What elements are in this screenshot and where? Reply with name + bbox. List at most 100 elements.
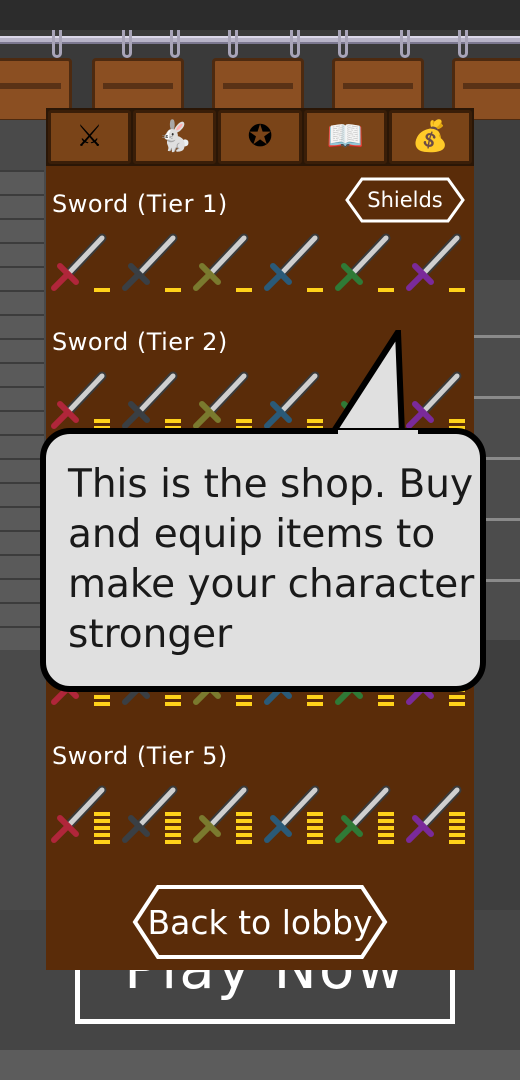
back-to-lobby-button[interactable]: Back to lobby	[132, 884, 388, 960]
hook-icon	[290, 30, 300, 58]
level-bar	[94, 826, 110, 830]
spellbook-icon: 📖	[326, 119, 364, 154]
sword-item[interactable]	[117, 230, 188, 296]
level-bar	[165, 840, 181, 844]
level-bar	[449, 833, 465, 837]
level-bar	[165, 833, 181, 837]
sword-item[interactable]	[46, 230, 117, 296]
level-bar	[94, 288, 110, 292]
shop-tab[interactable]: 💰	[388, 110, 473, 164]
castle-tower	[0, 170, 44, 650]
level-bar	[94, 833, 110, 837]
level-bar	[449, 288, 465, 292]
bottom-bar	[0, 1050, 520, 1080]
tier-level-bars	[236, 812, 252, 844]
sword-item[interactable]	[188, 782, 259, 848]
sword-icon	[122, 233, 178, 291]
level-bar	[94, 419, 110, 423]
tier-level-bars	[449, 288, 465, 292]
sword-icon	[264, 233, 320, 291]
tier-level-bars	[165, 812, 181, 844]
shields-button[interactable]: Shields	[344, 176, 466, 224]
money-coin-icon: 💰	[411, 119, 450, 154]
hook-icon	[122, 30, 132, 58]
sword-item[interactable]	[46, 368, 117, 434]
level-bar	[236, 288, 252, 292]
shop-category-tabs: ⚔ 🐇 ✪ 📖 💰	[46, 108, 474, 166]
level-bar	[307, 812, 323, 816]
sword-item[interactable]	[259, 368, 330, 434]
shop-tab[interactable]: 🐇	[133, 110, 217, 164]
level-bar	[449, 840, 465, 844]
level-bar	[449, 819, 465, 823]
level-bar	[94, 812, 110, 816]
sword-icon	[335, 233, 391, 291]
level-bar	[165, 812, 181, 816]
hanging-rail	[0, 36, 520, 44]
hook-icon	[52, 30, 62, 58]
level-bar	[307, 833, 323, 837]
level-bar	[307, 840, 323, 844]
level-bar	[94, 695, 110, 699]
sword-item[interactable]	[117, 368, 188, 434]
hook-icon	[400, 30, 410, 58]
sword-item[interactable]	[401, 782, 472, 848]
shop-tab[interactable]: ⚔	[48, 110, 132, 164]
sword-item[interactable]	[330, 230, 401, 296]
sword-item[interactable]	[188, 368, 259, 434]
level-bar	[378, 826, 394, 830]
level-bar	[94, 819, 110, 823]
pentagram-icon: ✪	[247, 119, 273, 154]
tier-level-bars	[378, 288, 394, 292]
sword-icon	[51, 233, 107, 291]
hook-icon	[338, 30, 348, 58]
sword-item[interactable]	[188, 230, 259, 296]
sword-item[interactable]	[259, 782, 330, 848]
helmet-icon: 🐇	[156, 119, 194, 154]
level-bar	[236, 419, 252, 423]
level-bar	[165, 288, 181, 292]
level-bar	[378, 819, 394, 823]
tier-level-bars	[94, 288, 110, 292]
level-bar	[236, 819, 252, 823]
sword-item[interactable]	[401, 230, 472, 296]
tier-level-bars	[378, 812, 394, 844]
level-bar	[94, 840, 110, 844]
hook-icon	[458, 30, 468, 58]
level-bar	[378, 833, 394, 837]
top-bar	[0, 0, 520, 30]
shop-tab[interactable]: ✪	[218, 110, 302, 164]
shop-tab[interactable]: 📖	[303, 110, 387, 164]
tier-level-bars	[94, 812, 110, 844]
level-bar	[307, 419, 323, 423]
level-bar	[165, 702, 181, 706]
tier-level-bars	[307, 812, 323, 844]
sword-item[interactable]	[259, 230, 330, 296]
sword-row	[46, 230, 474, 296]
shields-button-label: Shields	[367, 188, 443, 212]
tutorial-speech-bubble[interactable]: This is the shop. Buy and equip items to…	[40, 428, 486, 692]
level-bar	[236, 812, 252, 816]
tier-label: Sword (Tier 1)	[52, 190, 228, 218]
sword-item[interactable]	[330, 782, 401, 848]
level-bar	[236, 840, 252, 844]
level-bar	[378, 288, 394, 292]
tier-level-bars	[307, 288, 323, 292]
level-bar	[307, 702, 323, 706]
back-to-lobby-label: Back to lobby	[147, 902, 373, 942]
level-bar	[236, 826, 252, 830]
speech-bubble-tail-join	[338, 430, 418, 444]
level-bar	[94, 702, 110, 706]
tutorial-message: This is the shop. Buy and equip items to…	[68, 462, 475, 657]
level-bar	[165, 819, 181, 823]
shield-sword-icon: ⚔	[76, 119, 104, 154]
sword-icon	[406, 233, 462, 291]
tier-label: Sword (Tier 2)	[52, 328, 228, 356]
level-bar	[307, 695, 323, 699]
sword-item[interactable]	[46, 782, 117, 848]
level-bar	[449, 812, 465, 816]
level-bar	[449, 826, 465, 830]
level-bar	[307, 288, 323, 292]
tier-label: Sword (Tier 5)	[52, 742, 228, 770]
sword-item[interactable]	[117, 782, 188, 848]
